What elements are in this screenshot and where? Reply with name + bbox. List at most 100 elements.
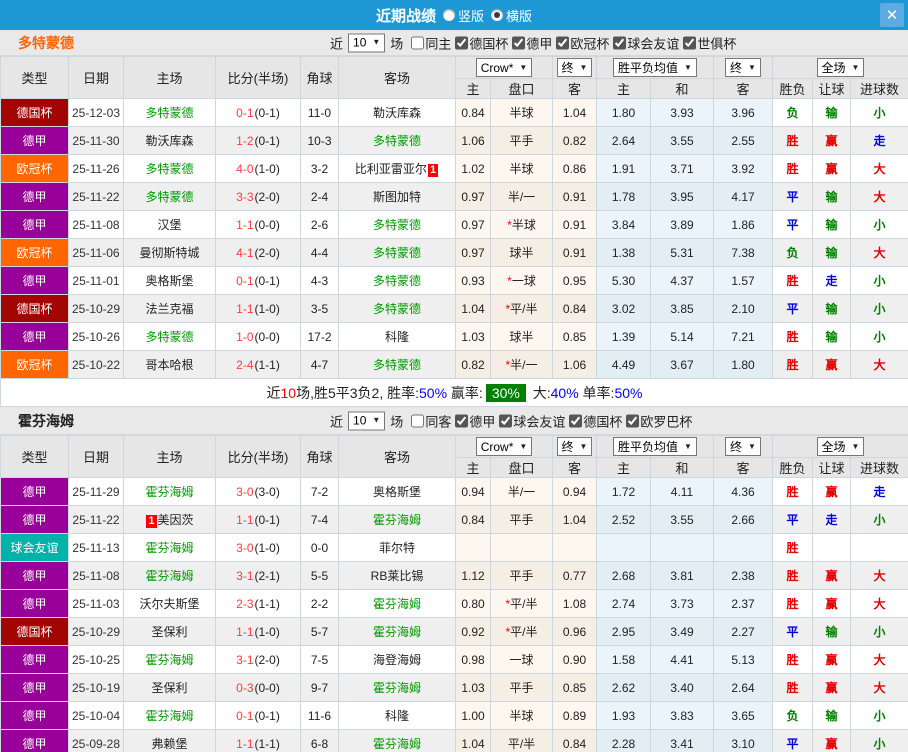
league-checkbox[interactable] bbox=[455, 414, 469, 427]
same-venue-checkbox[interactable] bbox=[411, 36, 425, 49]
league-filter-欧罗巴杯[interactable]: 欧罗巴杯 bbox=[622, 411, 692, 430]
halftime-score: (0-1) bbox=[254, 708, 280, 723]
cell-league: 德甲 bbox=[0, 322, 69, 351]
cell-avg-home-odds: 1.39 bbox=[596, 322, 651, 351]
league-checkbox[interactable] bbox=[613, 36, 627, 49]
cell-corners: 9-7 bbox=[300, 673, 339, 702]
scope-select[interactable]: 全场 ▼ bbox=[816, 58, 865, 77]
vertical-mode-radio[interactable]: 竖版 bbox=[442, 6, 484, 25]
league-filter-欧冠杯[interactable]: 欧冠杯 bbox=[552, 33, 609, 52]
cell-avg-away-odds: 3.96 bbox=[713, 98, 773, 127]
cell-goals-result: 小 bbox=[849, 98, 908, 127]
recent-results-panel: 近期战绩 竖版 横版 ✕ 多特蒙德 近 10 ▼ 场 同主 德国杯 德甲 欧冠杯… bbox=[0, 0, 908, 752]
avg-type-select[interactable]: 胜平负均值 ▼ bbox=[613, 58, 697, 77]
league-checkbox[interactable] bbox=[556, 36, 570, 49]
fulltime-score: 3-1 bbox=[236, 652, 254, 667]
cell-goals-result: 大 bbox=[849, 182, 908, 211]
cell-crow-home-odds: 1.06 bbox=[455, 126, 491, 155]
cell-handicap-result: 走 bbox=[812, 505, 851, 534]
cell-crow-away-odds: 0.77 bbox=[552, 561, 597, 590]
league-checkbox[interactable] bbox=[455, 36, 469, 49]
cell-handicap: *一球 bbox=[490, 266, 553, 295]
match-count-select[interactable]: 10 ▼ bbox=[348, 33, 386, 52]
odds-company-select[interactable]: Crow* ▼ bbox=[475, 437, 533, 456]
close-button[interactable]: ✕ bbox=[880, 3, 904, 27]
match-row: 德国杯 25-10-29 法兰克福 1-1(1-0) 3-5 多特蒙德 1.04 *平/半 0.… bbox=[0, 294, 908, 323]
cell-home-team: 多特蒙德 bbox=[123, 182, 216, 211]
same-venue-checkbox[interactable] bbox=[411, 414, 425, 427]
avg-type-cell: 胜平负均值 ▼ bbox=[596, 56, 714, 79]
cell-avg-draw-odds: 3.71 bbox=[650, 154, 714, 183]
league-checkbox[interactable] bbox=[569, 414, 583, 427]
horizontal-mode-radio[interactable]: 横版 bbox=[491, 6, 532, 25]
odds-time-select[interactable]: 终 ▼ bbox=[556, 58, 593, 77]
radio-unchecked-icon[interactable] bbox=[442, 9, 455, 21]
scope-select[interactable]: 全场 ▼ bbox=[816, 437, 865, 456]
team-label: 汉堡 bbox=[157, 218, 182, 232]
cell-corners: 4-7 bbox=[300, 350, 339, 379]
league-filter-世俱杯[interactable]: 世俱杯 bbox=[679, 33, 736, 52]
fulltime-score: 0-3 bbox=[236, 680, 254, 695]
match-count-select[interactable]: 10 ▼ bbox=[348, 411, 386, 430]
cell-home-team: 霍芬海姆 bbox=[123, 477, 216, 506]
league-filter-球会友谊[interactable]: 球会友谊 bbox=[609, 33, 679, 52]
header-row-top: 类型 日期 主场 比分(半场) 角球 客场 Crow* ▼ 终 ▼ 胜平负均值 ▼ bbox=[0, 435, 908, 478]
league-filter-德国杯[interactable]: 德国杯 bbox=[565, 411, 622, 430]
league-filter-德甲[interactable]: 德甲 bbox=[508, 33, 552, 52]
cell-crow-away-odds: 1.06 bbox=[552, 350, 597, 379]
team-label: 多特蒙德 bbox=[372, 358, 421, 372]
cell-wdl-result: 胜 bbox=[772, 350, 813, 379]
radio-checked-icon[interactable] bbox=[491, 9, 503, 21]
cell-home-team: 曼彻斯特城 bbox=[123, 238, 216, 267]
same-venue-filter[interactable]: 同主 bbox=[407, 33, 451, 52]
cell-handicap-result: 输 bbox=[812, 294, 851, 323]
cell-crow-away-odds: 0.91 bbox=[552, 210, 597, 239]
cell-home-team: 圣保利 bbox=[123, 617, 216, 646]
league-checkbox[interactable] bbox=[626, 414, 640, 427]
cell-handicap-result: 输 bbox=[812, 617, 851, 646]
cell-league: 德甲 bbox=[0, 701, 69, 730]
col-header-score: 比分(半场) bbox=[215, 435, 301, 478]
sub-header: 主 bbox=[596, 457, 651, 478]
cell-crow-away-odds: 0.84 bbox=[552, 294, 597, 323]
league-checkbox[interactable] bbox=[683, 36, 697, 49]
league-checkbox[interactable] bbox=[512, 36, 526, 49]
team-label: 弗赖堡 bbox=[151, 737, 188, 751]
league-checkbox[interactable] bbox=[499, 414, 513, 427]
cell-league: 德国杯 bbox=[0, 294, 69, 323]
team-label: 比利亚雷亚尔 bbox=[354, 162, 427, 176]
cell-avg-home-odds: 1.78 bbox=[596, 182, 651, 211]
league-filter-德甲[interactable]: 德甲 bbox=[451, 411, 495, 430]
league-filter-球会友谊[interactable]: 球会友谊 bbox=[495, 411, 565, 430]
cell-date: 25-11-03 bbox=[68, 589, 124, 618]
odds-time-select[interactable]: 终 ▼ bbox=[556, 437, 593, 456]
odds-company-select[interactable]: Crow* ▼ bbox=[475, 58, 533, 77]
cell-avg-away-odds: 3.65 bbox=[713, 701, 773, 730]
cell-away-team: 比利亚雷亚尔 1 bbox=[338, 154, 456, 183]
sub-header: 主 bbox=[455, 457, 491, 478]
cell-handicap: *半/一 bbox=[490, 350, 553, 379]
cell-avg-home-odds: 3.84 bbox=[596, 210, 651, 239]
cell-crow-home-odds: 1.02 bbox=[455, 154, 491, 183]
dropdown-arrow-icon: ▼ bbox=[579, 441, 588, 451]
league-filter-德国杯[interactable]: 德国杯 bbox=[451, 33, 508, 52]
cell-away-team: 海登海姆 bbox=[338, 645, 456, 674]
cell-crow-away-odds: 0.90 bbox=[552, 645, 597, 674]
same-venue-filter[interactable]: 同客 bbox=[407, 411, 451, 430]
team-label: 圣保利 bbox=[151, 681, 188, 695]
cell-avg-home-odds: 2.28 bbox=[596, 729, 651, 752]
avg-type-select[interactable]: 胜平负均值 ▼ bbox=[613, 437, 697, 456]
cell-crow-home-odds bbox=[455, 533, 491, 562]
cell-avg-draw-odds: 3.81 bbox=[650, 561, 714, 590]
avg-time-select[interactable]: 终 ▼ bbox=[725, 437, 761, 456]
summary-text: 赢率: bbox=[447, 384, 483, 401]
avg-time-select[interactable]: 终 ▼ bbox=[725, 58, 761, 77]
sub-header: 客 bbox=[552, 457, 597, 478]
cell-crow-away-odds: 0.95 bbox=[552, 266, 597, 295]
cell-wdl-result: 平 bbox=[772, 294, 813, 323]
team-label: 霍芬海姆 bbox=[372, 513, 421, 527]
cell-crow-away-odds: 1.04 bbox=[552, 505, 597, 534]
dropdown-arrow-icon: ▼ bbox=[519, 62, 528, 72]
cell-home-team: 1 美因茨 bbox=[123, 505, 216, 534]
summary-text: 50% bbox=[419, 384, 448, 401]
